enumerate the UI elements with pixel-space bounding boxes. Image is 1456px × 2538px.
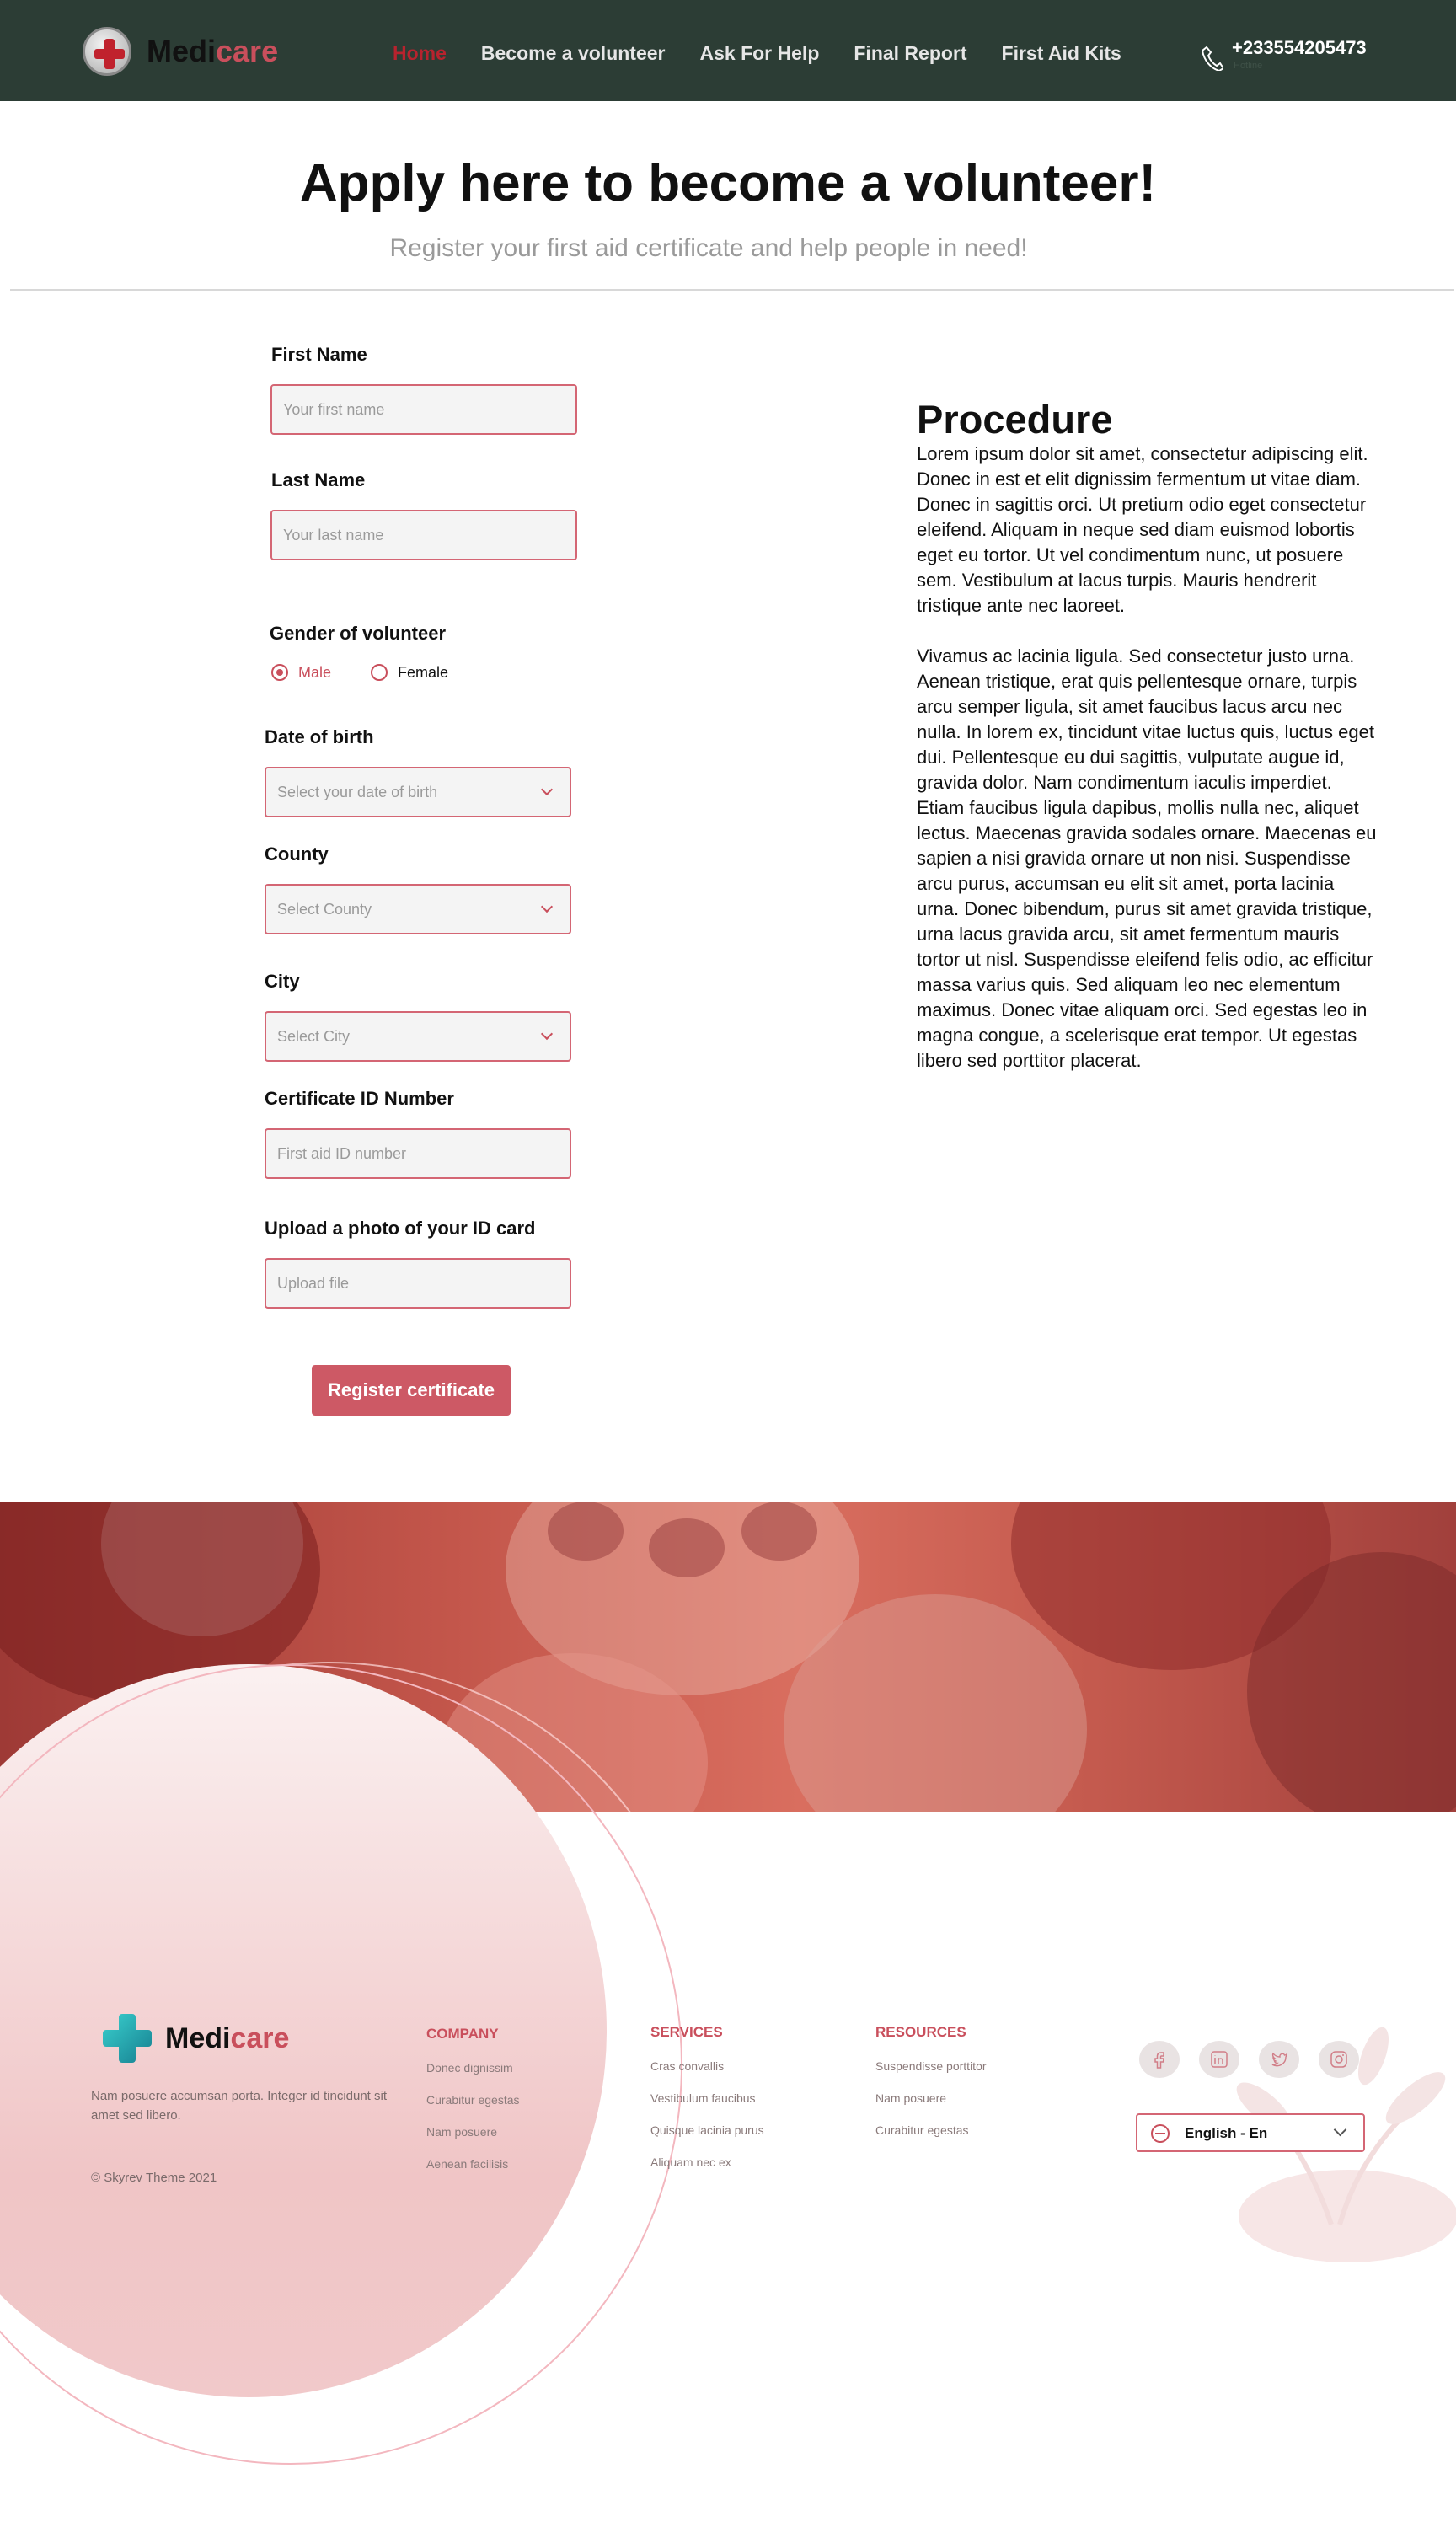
footer-link[interactable]: Vestibulum faucibus: [650, 2091, 764, 2105]
dob-placeholder: Select your date of birth: [277, 784, 438, 800]
first-name-placeholder: Your first name: [283, 401, 385, 418]
county-select[interactable]: Select County: [265, 884, 571, 934]
footer-logo[interactable]: Medicare: [103, 2014, 289, 2063]
footer-column-title: RESOURCES: [875, 2024, 966, 2040]
dob-label: Date of birth: [265, 726, 374, 747]
footer-brand-name: Medicare: [165, 2021, 290, 2054]
dob-select[interactable]: Select your date of birth: [265, 767, 571, 817]
procedure-paragraph: Lorem ipsum dolor sit amet, consectetur …: [917, 443, 1368, 616]
last-name-label: Last Name: [271, 469, 366, 490]
page: Medicare Home Become a volunteer Ask For…: [0, 0, 1456, 2538]
nav-link-final-report[interactable]: Final Report: [854, 42, 966, 65]
first-name-input[interactable]: Your first name: [270, 384, 577, 435]
gender-male-label[interactable]: Male: [298, 664, 331, 682]
nav-link-ask-for-help[interactable]: Ask For Help: [700, 42, 820, 65]
footer-link[interactable]: Aliquam nec ex: [650, 2155, 764, 2169]
footer-link[interactable]: Curabitur egestas: [875, 2123, 987, 2137]
footer-link[interactable]: Quisque lacinia purus: [650, 2123, 764, 2137]
upload-placeholder: Upload file: [277, 1275, 350, 1292]
nav-link-become-volunteer[interactable]: Become a volunteer: [481, 42, 666, 65]
instagram-icon[interactable]: [1319, 2041, 1359, 2078]
certificate-label: Certificate ID Number: [265, 1088, 454, 1109]
footer-link[interactable]: Cras convallis: [650, 2059, 764, 2073]
language-select[interactable]: English - En: [1136, 2113, 1365, 2152]
footer-column-title: COMPANY: [426, 2026, 499, 2042]
nav-links: Home Become a volunteer Ask For Help Fin…: [393, 42, 1156, 65]
gender-male-radio[interactable]: [271, 664, 288, 681]
footer-column-resources: RESOURCES Suspendisse porttitor Nam posu…: [875, 2024, 987, 2155]
brand-name: Medicare: [147, 34, 279, 68]
county-placeholder: Select County: [277, 901, 372, 918]
footer-link[interactable]: Aenean facilisis: [426, 2157, 520, 2171]
certificate-placeholder: First aid ID number: [277, 1145, 407, 1162]
twitter-icon[interactable]: [1259, 2041, 1299, 2078]
phone-icon: [1202, 46, 1223, 71]
facebook-icon[interactable]: [1139, 2041, 1180, 2078]
footer-column-services: SERVICES Cras convallis Vestibulum fauci…: [650, 2024, 764, 2187]
upload-label: Upload a photo of your ID card: [265, 1218, 536, 1239]
procedure-title: Procedure: [917, 397, 1113, 442]
footer-link[interactable]: Curabitur egestas: [426, 2093, 520, 2107]
certificate-input[interactable]: First aid ID number: [265, 1128, 571, 1179]
chevron-down-icon: [540, 1027, 554, 1041]
linkedin-icon[interactable]: [1199, 2041, 1239, 2078]
city-select[interactable]: Select City: [265, 1011, 571, 1062]
gender-label: Gender of volunteer: [270, 623, 447, 644]
chevron-down-icon: [1333, 2123, 1347, 2137]
medical-cross-icon: [103, 2014, 152, 2063]
footer-description: Nam posuere accumsan porta. Integer id t…: [91, 2089, 388, 2123]
footer-link[interactable]: Donec dignissim: [426, 2061, 520, 2075]
footer-column-company: COMPANY Donec dignissim Curabitur egesta…: [426, 2026, 520, 2189]
footer-copyright: © Skyrev Theme 2021: [91, 2171, 217, 2185]
phone-number: +233554205473: [1232, 37, 1367, 58]
top-navbar: Medicare Home Become a volunteer Ask For…: [0, 0, 1456, 101]
city-placeholder: Select City: [277, 1028, 351, 1045]
footer-link[interactable]: Nam posuere: [426, 2125, 520, 2139]
gender-female-radio[interactable]: [371, 664, 388, 681]
upload-file-input[interactable]: Upload file: [265, 1258, 571, 1309]
last-name-input[interactable]: Your last name: [270, 510, 577, 560]
brand-logo[interactable]: Medicare: [83, 27, 278, 76]
procedure-paragraph: Vivamus ac lacinia ligula. Sed consectet…: [917, 645, 1377, 1071]
procedure-text: Lorem ipsum dolor sit amet, consectetur …: [917, 442, 1377, 1099]
register-certificate-button[interactable]: Register certificate: [312, 1365, 511, 1416]
footer-column-title: SERVICES: [650, 2024, 723, 2040]
last-name-placeholder: Your last name: [283, 527, 384, 543]
footer-link[interactable]: Nam posuere: [875, 2091, 987, 2105]
social-links: [1139, 2041, 1378, 2078]
county-label: County: [265, 843, 329, 865]
phone-hotline-label: Hotline: [1234, 61, 1263, 71]
nav-link-first-aid-kits[interactable]: First Aid Kits: [1002, 42, 1121, 65]
chevron-down-icon: [540, 783, 554, 796]
page-title: Apply here to become a volunteer!: [299, 154, 1157, 212]
footer-link[interactable]: Suspendisse porttitor: [875, 2059, 987, 2073]
nav-link-home[interactable]: Home: [393, 42, 447, 65]
divider: [10, 289, 1454, 291]
red-cross-icon: [83, 27, 131, 76]
city-label: City: [265, 971, 300, 992]
first-name-label: First Name: [271, 344, 367, 365]
globe-icon: [1151, 2124, 1170, 2143]
page-subtitle: Register your first aid certificate and …: [389, 234, 1028, 262]
gender-female-label[interactable]: Female: [398, 664, 448, 682]
language-selected: English - En: [1185, 2125, 1268, 2141]
chevron-down-icon: [540, 900, 554, 913]
